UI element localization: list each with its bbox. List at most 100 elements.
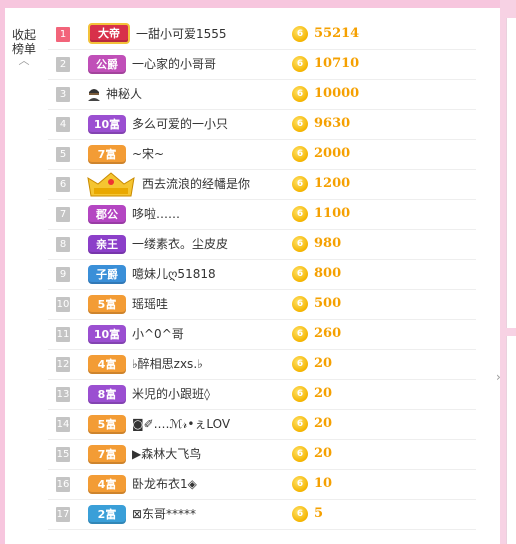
crown-icon (87, 172, 135, 197)
rank-number: 6 (56, 177, 70, 192)
rank-number: 3 (56, 87, 70, 102)
level-badge: 7富 (88, 145, 126, 164)
level-badge: 8富 (88, 385, 126, 404)
chevron-right-icon[interactable]: › (496, 370, 501, 384)
rank-number: 13 (56, 387, 70, 402)
user-name[interactable]: 卧龙布衣1◈ (132, 476, 197, 492)
contribution-score: 1200 (314, 176, 351, 191)
contribution-score: 20 (314, 386, 333, 401)
rank-number: 2 (56, 57, 70, 72)
rank-number: 10 (56, 297, 70, 312)
user-name[interactable]: 一心家的小哥哥 (132, 56, 216, 72)
list-item[interactable]: 10 5富 瑶瑶哇 6 500 (48, 290, 476, 320)
rank-number: 5 (56, 147, 70, 162)
rank-number: 9 (56, 267, 70, 282)
coin-icon: 6 (292, 176, 308, 192)
user-name[interactable]: 瑶瑶哇 (132, 296, 168, 312)
user-name[interactable]: 神秘人 (106, 86, 142, 102)
list-item[interactable]: 12 4富 ♭醉相思zxs.♭ 6 20 (48, 350, 476, 380)
contribution-score: 5 (314, 506, 324, 521)
chevron-up-icon: ︿ (18, 54, 30, 67)
coin-icon: 6 (292, 326, 308, 342)
coin-icon: 6 (292, 56, 308, 72)
level-badge: 5富 (88, 415, 126, 434)
level-badge: 7富 (88, 445, 126, 464)
list-item[interactable]: 16 4富 卧龙布衣1◈ 6 10 (48, 470, 476, 500)
user-name[interactable]: ▶森林大飞鸟 (132, 446, 201, 462)
left-border (0, 0, 5, 544)
rank-number: 11 (56, 327, 70, 342)
level-badge: 公爵 (88, 55, 126, 74)
coin-icon: 6 (292, 146, 308, 162)
top-border (0, 0, 516, 16)
user-name[interactable]: 哆啦…… (132, 206, 180, 222)
list-item[interactable]: 1 大帝 一甜小可爱1555 6 55214 (48, 20, 476, 50)
level-badge: 4富 (88, 475, 126, 494)
list-item[interactable]: 15 7富 ▶森林大飞鸟 6 20 (48, 440, 476, 470)
list-item[interactable]: 9 子爵 噫妹儿ღ51818 6 800 (48, 260, 476, 290)
contribution-score: 10 (314, 476, 333, 491)
rank-number: 14 (56, 417, 70, 432)
user-name[interactable]: ♭醉相思zxs.♭ (132, 356, 203, 372)
rank-number: 1 (56, 27, 70, 42)
contribution-score: 20 (314, 356, 333, 371)
contribution-score: 10710 (314, 56, 360, 71)
coin-icon: 6 (292, 296, 308, 312)
level-badge: 10富 (88, 115, 126, 134)
rank-number: 12 (56, 357, 70, 372)
list-item[interactable]: 5 7富 ~宋~ 6 2000 (48, 140, 476, 170)
collapse-ranking-button[interactable]: 收起 榜单 ︿ (8, 28, 40, 66)
contribution-score: 55214 (314, 26, 360, 41)
coin-icon: 6 (292, 86, 308, 102)
contribution-score: 500 (314, 296, 342, 311)
coin-icon: 6 (292, 266, 308, 282)
mystery-user-icon (88, 89, 100, 101)
contribution-score: 20 (314, 446, 333, 461)
user-name[interactable]: ⊠东哥***** (132, 506, 196, 522)
contribution-score: 800 (314, 266, 342, 281)
contribution-score: 260 (314, 326, 342, 341)
rank-number: 7 (56, 207, 70, 222)
list-item[interactable]: 11 10富 小^0^哥 6 260 (48, 320, 476, 350)
list-item[interactable]: 14 5富 ◙✐.…ℳ𝓇•ぇLOV 6 20 (48, 410, 476, 440)
user-name[interactable]: 噫妹儿ღ51818 (132, 266, 216, 282)
level-badge: 郡公 (88, 205, 126, 224)
user-name[interactable]: 一甜小可爱1555 (136, 26, 227, 42)
rank-number: 17 (56, 507, 70, 522)
user-name[interactable]: 一缕素衣。尘皮皮 (132, 236, 228, 252)
rank-number: 8 (56, 237, 70, 252)
coin-icon: 6 (292, 26, 308, 42)
contribution-score: 2000 (314, 146, 351, 161)
contribution-score: 20 (314, 416, 333, 431)
coin-icon: 6 (292, 356, 308, 372)
coin-icon: 6 (292, 476, 308, 492)
user-name[interactable]: 米児的小跟班◊ (132, 386, 210, 402)
coin-icon: 6 (292, 206, 308, 222)
coin-icon: 6 (292, 506, 308, 522)
list-item[interactable]: 17 2富 ⊠东哥***** 6 5 (48, 500, 476, 530)
list-item[interactable]: 7 郡公 哆啦…… 6 1100 (48, 200, 476, 230)
user-name[interactable]: 小^0^哥 (132, 326, 184, 342)
coin-icon: 6 (292, 446, 308, 462)
list-item[interactable]: 3 神秘人 6 10000 (48, 80, 476, 110)
list-item[interactable]: 8 亲王 一缕素衣。尘皮皮 6 980 (48, 230, 476, 260)
level-badge: 5富 (88, 295, 126, 314)
list-item[interactable]: 2 公爵 一心家的小哥哥 6 10710 (48, 50, 476, 80)
rank-number: 4 (56, 117, 70, 132)
right-panel (500, 0, 516, 544)
user-name[interactable]: ~宋~ (132, 146, 164, 162)
coin-icon: 6 (292, 416, 308, 432)
collapse-label-line1: 收起 (11, 28, 36, 42)
user-name[interactable]: 多么可爱的一小只 (132, 116, 228, 132)
ranking-list: 1 大帝 一甜小可爱1555 6 55214 2 公爵 一心家的小哥哥 6 10710 3 神秘人 6 1… (48, 20, 476, 530)
rank-number: 15 (56, 447, 70, 462)
coin-icon: 6 (292, 116, 308, 132)
user-name[interactable]: 西去流浪的经幡是你 (142, 176, 250, 192)
coin-icon: 6 (292, 236, 308, 252)
level-badge: 2富 (88, 505, 126, 524)
list-item[interactable]: 4 10富 多么可爱的一小只 6 9630 (48, 110, 476, 140)
list-item[interactable]: 13 8富 米児的小跟班◊ 6 20 (48, 380, 476, 410)
list-item[interactable]: 6 西去流浪的经幡是你 6 1200 (48, 170, 476, 200)
user-name[interactable]: ◙✐.…ℳ𝓇•ぇLOV (132, 416, 230, 432)
king-badge: 大帝 (88, 23, 130, 44)
